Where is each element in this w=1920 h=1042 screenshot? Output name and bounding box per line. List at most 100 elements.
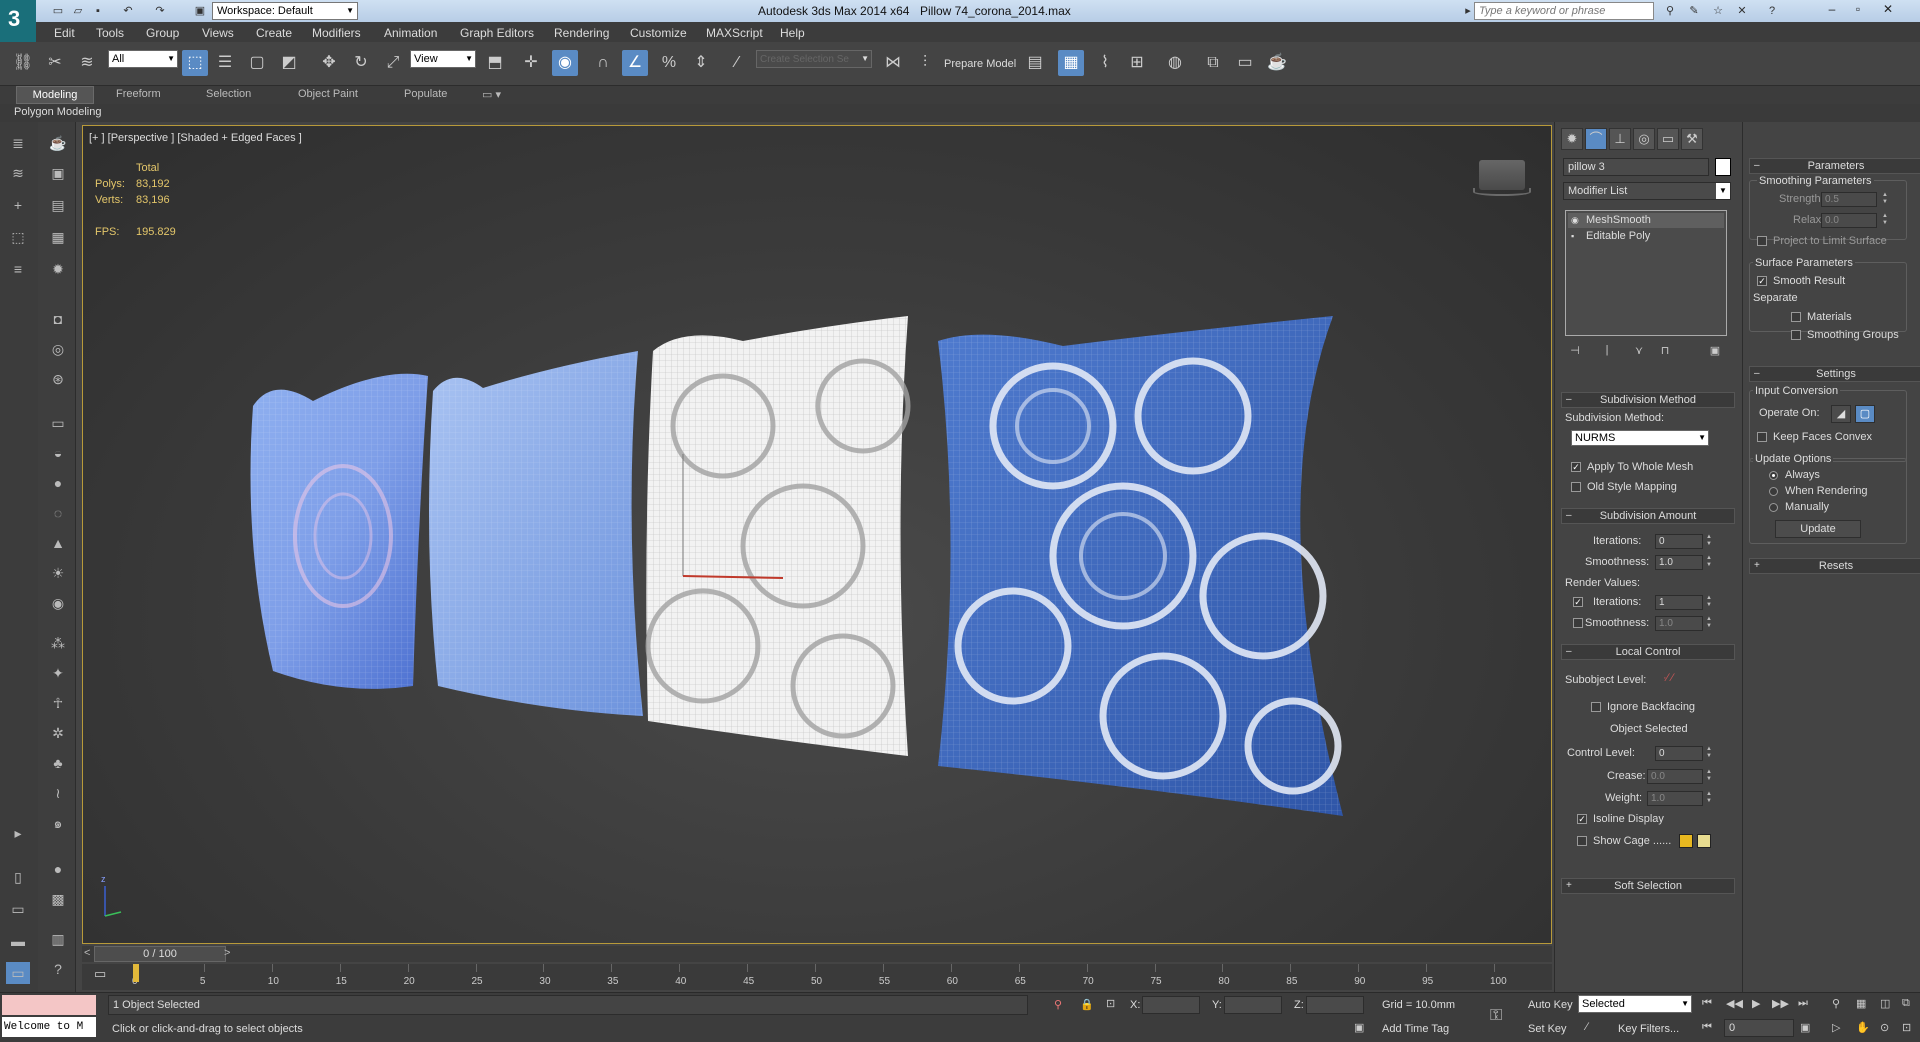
rollout-soft-selection[interactable]: + Soft Selection [1561,878,1735,894]
spinner-arrows-icon[interactable]: ▲ ▼ [1705,791,1713,806]
workspace-dropdown[interactable]: Workspace: Default ▼ [212,2,358,20]
configure-sets-icon[interactable]: ▣ [1705,344,1725,362]
ignore-backfacing-checkbox[interactable] [1591,702,1601,712]
project-folder-icon[interactable]: ▣ [192,3,208,19]
strength-input[interactable]: 0.5 [1821,192,1877,207]
scale-icon[interactable]: ⤢ [380,50,406,76]
layout-single-icon[interactable]: ▭ [6,898,30,920]
rollout-parameters[interactable]: – Parameters [1749,158,1920,174]
exchange-icon[interactable]: ✕ [1734,3,1750,19]
pin-icon[interactable]: ✦ [46,662,70,684]
box-icon[interactable]: ▭ [46,412,70,434]
key-filters-button[interactable]: Key Filters... [1618,1023,1679,1035]
spinner-arrows-icon[interactable]: ▲ ▼ [1881,213,1889,228]
spinner-arrows-icon[interactable]: ▲ ▼ [1705,746,1713,761]
smoothness-input[interactable]: 1.0 [1655,555,1703,570]
lock-icon[interactable]: 🔒 [1080,998,1094,1011]
open-file-icon[interactable]: ▱ [70,3,86,19]
render-icon[interactable]: ▥ [46,928,70,950]
render-production-icon[interactable]: ☕ [1264,50,1290,76]
shell-icon[interactable]: ๑ [46,812,70,834]
layout-active-icon[interactable]: ▭ [6,962,30,984]
maxscript-listener-input[interactable] [2,995,96,1015]
time-prev-icon[interactable]: < [84,947,90,959]
reference-coord-dropdown[interactable]: View ▼ [410,50,476,68]
app-logo[interactable]: 3 [0,0,36,42]
light-bulb-icon[interactable]: ✹ [46,258,70,280]
layer-settings-icon[interactable]: ≡ [6,258,30,280]
spinner-arrows-icon[interactable]: ▲ ▼ [1705,595,1713,610]
sun-icon[interactable]: ☀ [46,562,70,584]
checker-icon[interactable]: ▩ [46,888,70,910]
link-icon[interactable]: ⛓ [10,50,36,76]
z-coordinate-input[interactable] [1306,996,1364,1014]
always-radio[interactable] [1769,471,1778,480]
stack-item-editable-poly[interactable]: ▪ Editable Poly [1568,229,1724,244]
pillow-4[interactable] [938,316,1343,816]
mini-curve-editor-icon[interactable]: ▭ [94,966,106,982]
trackbar[interactable]: ▭ 05101520253035404550556065707580859095… [82,964,1552,990]
hierarchy-tab-icon[interactable]: ⊥ [1609,128,1631,150]
menu-help[interactable]: Help [780,26,805,40]
zoom-icon[interactable]: ⚲ [1832,997,1840,1010]
object-color-swatch[interactable] [1715,158,1731,176]
tab-modeling[interactable]: Modeling [16,86,94,104]
menu-customize[interactable]: Customize [630,26,687,40]
default-tangents-icon[interactable]: ∕ [1586,1021,1588,1033]
render-iterations-checkbox[interactable]: ✓ [1573,597,1583,607]
viewport-layout-icon[interactable]: ▯ [6,866,30,888]
keyboard-shortcut-override-icon[interactable]: ◉ [552,50,578,76]
star-icon[interactable]: ☆ [1710,3,1726,19]
dome-icon[interactable]: ◒ [46,442,70,464]
menu-animation[interactable]: Animation [384,26,437,40]
set-key-button[interactable]: Set Key [1528,1023,1567,1035]
layer-explorer-icon[interactable]: ▤ [1022,50,1048,76]
smoothing-groups-checkbox[interactable] [1791,330,1801,340]
perspective-viewport[interactable]: [+ ] [Perspective ] [Shaded + Edged Face… [82,125,1552,944]
list-icon[interactable]: ▤ [46,194,70,216]
select-by-name-icon[interactable]: ☰ [212,50,238,76]
isoline-display-checkbox[interactable]: ✓ [1577,814,1587,824]
window-crossing-icon[interactable]: ◩ [276,50,302,76]
select-layer-icon[interactable]: ⬚ [6,226,30,248]
maximize-viewport-icon[interactable]: ⊡ [1902,1021,1911,1034]
cone-icon[interactable]: ▲ [46,532,70,554]
rollout-subdivision-method[interactable]: – Subdivision Method [1561,392,1735,408]
menu-graph-editors[interactable]: Graph Editors [460,26,534,40]
sphere-icon[interactable]: ● [46,472,70,494]
render-smoothness-input[interactable]: 1.0 [1655,616,1703,631]
percent-snap-icon[interactable]: % [656,50,682,76]
show-cage-checkbox[interactable] [1577,836,1587,846]
orbit-icon[interactable]: ⊙ [1880,1021,1889,1034]
render-iterations-input[interactable]: 1 [1655,595,1703,610]
time-configuration-icon[interactable]: ▣ [1800,1021,1810,1034]
rect-selection-icon[interactable]: ▢ [244,50,270,76]
spinner-arrows-icon[interactable]: ▲ ▼ [1881,192,1889,207]
keep-faces-convex-checkbox[interactable] [1757,432,1767,442]
cage-color-swatch-1[interactable] [1679,834,1693,848]
control-level-input[interactable]: 0 [1655,746,1703,761]
globe-icon[interactable]: ◉ [46,592,70,614]
toggle-ribbon-icon[interactable]: ▦ [1058,50,1084,76]
subdivision-method-dropdown[interactable]: NURMS ▼ [1571,430,1709,446]
figure-icon[interactable]: ☥ [46,692,70,714]
grid-icon[interactable]: ▦ [46,226,70,248]
particles-icon[interactable]: ⁂ [46,632,70,654]
pin-stack-icon[interactable]: ⊣ [1565,344,1585,362]
materials-checkbox[interactable] [1791,312,1801,322]
smooth-result-checkbox[interactable]: ✓ [1757,276,1767,286]
save-file-icon[interactable]: ▪ [90,3,106,19]
info-icon[interactable]: ? [46,958,70,980]
rendered-frame-window-icon[interactable]: ▭ [1232,50,1258,76]
schematic-view-icon[interactable]: ⊞ [1124,50,1150,76]
menu-edit[interactable]: Edit [54,26,75,40]
menu-group[interactable]: Group [146,26,179,40]
unlink-icon[interactable]: ✂ [42,50,68,76]
key-mode-toggle-icon[interactable]: ⏮ [1702,1021,1712,1034]
operate-triangles-icon[interactable]: ◢ [1831,405,1851,423]
time-tag-icon[interactable]: ▣ [1354,1021,1364,1034]
select-manipulate-icon[interactable]: ✛ [518,50,544,76]
camera-icon[interactable]: ◘ [46,308,70,330]
key-mode-dropdown[interactable]: Selected ▼ [1578,995,1692,1013]
hair-icon[interactable]: ≀ [46,782,70,804]
